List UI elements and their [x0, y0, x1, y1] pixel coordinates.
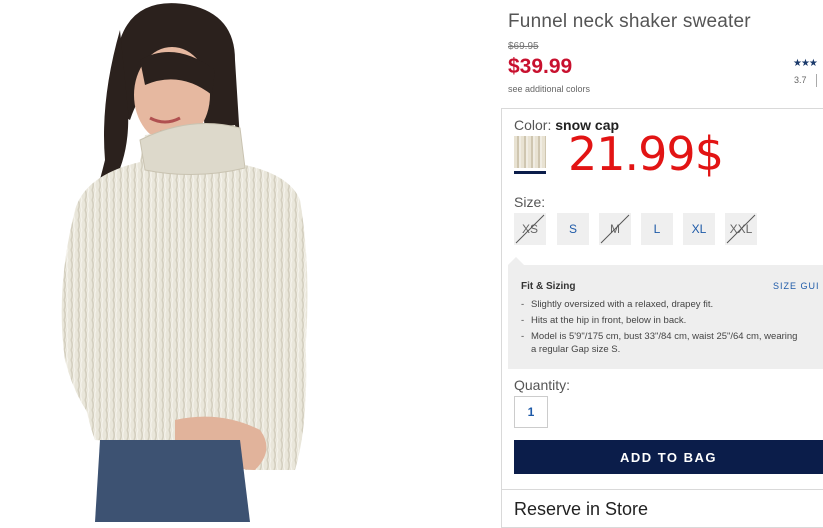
size-button-label: XL — [691, 222, 707, 236]
add-to-bag-button[interactable]: ADD TO BAG — [514, 440, 823, 474]
size-button-label: L — [653, 222, 661, 236]
size-guide-link[interactable]: SIZE GUI — [773, 281, 820, 291]
fit-detail-item: Hits at the hip in front, below in back. — [521, 314, 823, 327]
original-price: $69.95 — [508, 41, 539, 52]
size-button-s[interactable]: S — [557, 213, 589, 245]
size-button-xl[interactable]: XL — [683, 213, 715, 245]
swatch-selected-indicator — [514, 171, 546, 174]
quantity-input[interactable]: 1 — [514, 396, 548, 428]
reserve-divider — [501, 489, 823, 490]
product-title: Funnel neck shaker sweater — [508, 11, 751, 32]
fit-detail-item: Model is 5'9"/175 cm, bust 33"/84 cm, wa… — [521, 330, 823, 356]
size-button-m[interactable]: M — [599, 213, 631, 245]
fit-box-pointer — [508, 257, 524, 265]
size-button-l[interactable]: L — [641, 213, 673, 245]
size-label: Size: — [514, 194, 546, 210]
reserve-in-store-heading[interactable]: Reserve in Store — [514, 499, 648, 520]
rating-stars-icon[interactable]: ★★★ — [793, 58, 818, 69]
color-label-text: Color: — [514, 117, 552, 133]
unavailable-slash-icon — [600, 214, 630, 244]
unavailable-slash-icon — [726, 214, 756, 244]
size-button-label: S — [568, 222, 577, 236]
size-button-xs[interactable]: XS — [514, 213, 546, 245]
color-swatch-snow-cap[interactable] — [514, 136, 546, 168]
sale-price: $39.99 — [508, 55, 573, 78]
fit-details-list: Slightly oversized with a relaxed, drape… — [521, 298, 823, 359]
see-additional-colors-link[interactable]: see additional colors — [508, 84, 590, 94]
fit-title: Fit & Sizing — [521, 281, 576, 292]
unavailable-slash-icon — [515, 214, 545, 244]
size-button-xxl[interactable]: XXL — [725, 213, 757, 245]
rating-divider — [816, 74, 817, 87]
overlay-price-annotation: 21.99$ — [568, 127, 724, 181]
product-photo — [0, 0, 500, 522]
quantity-label: Quantity: — [514, 377, 571, 393]
rating-value: 3.7 — [794, 75, 807, 85]
fit-detail-item: Slightly oversized with a relaxed, drape… — [521, 298, 823, 311]
